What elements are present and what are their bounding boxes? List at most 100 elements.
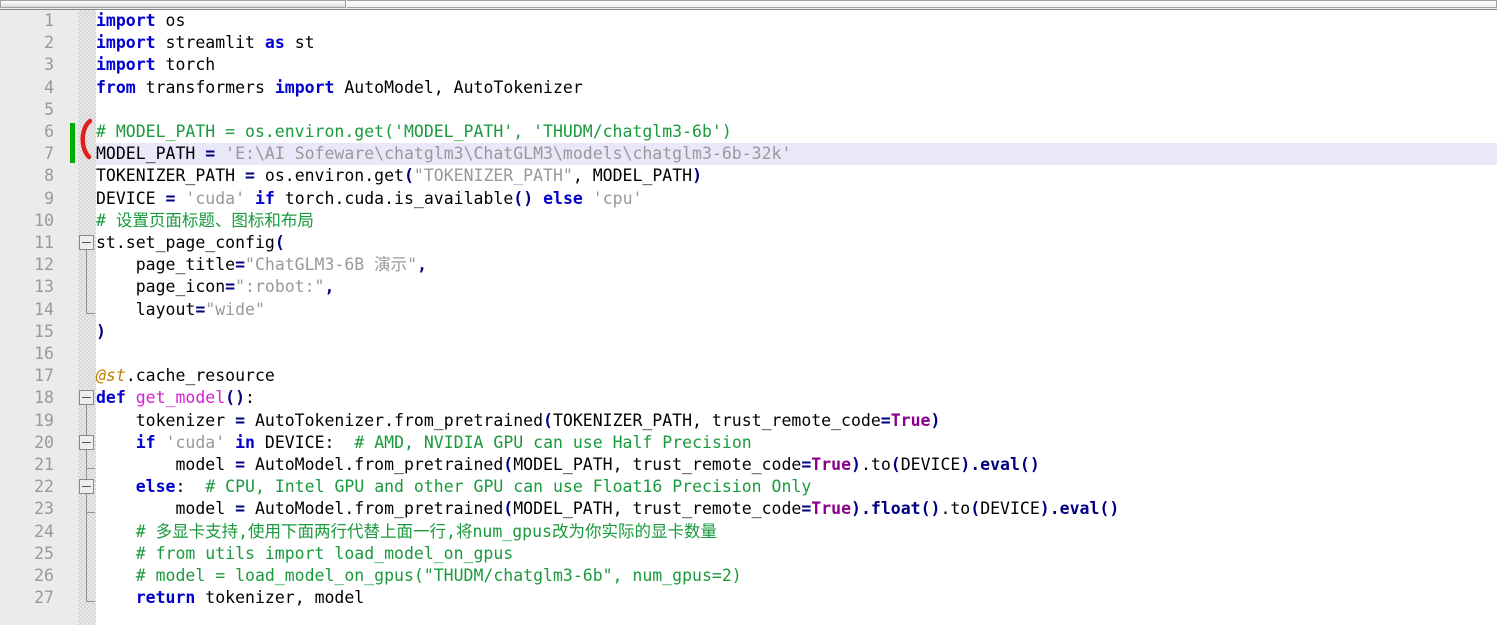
code-line[interactable]: 26 # model = load_model_on_gpus("THUDM/c… (0, 565, 1497, 587)
code-line[interactable]: 14 layout="wide" (0, 299, 1497, 321)
code-line[interactable]: 20 if 'cuda' in DEVICE: # AMD, NVIDIA GP… (0, 432, 1497, 454)
token-cm: # from utils import load_model_on_gpus (96, 543, 514, 563)
line-content[interactable]: else: # CPU, Intel GPU and other GPU can… (96, 476, 812, 498)
code-line[interactable]: 16 (0, 343, 1497, 365)
line-number[interactable]: 7 (0, 143, 54, 165)
token-pn: ( (403, 166, 414, 186)
line-content[interactable]: # 多显卡支持,使用下面两行代替上面一行,将num_gpus改为你实际的显卡数量 (96, 521, 717, 543)
token-pl: DEVICE: (254, 432, 355, 452)
line-number[interactable]: 17 (0, 365, 54, 387)
code-line[interactable]: 18 def get_model(): (0, 387, 1497, 409)
code-line[interactable]: 17 @st.cache_resource (0, 365, 1497, 387)
line-number[interactable]: 15 (0, 321, 54, 343)
token-pl: TOKENIZER_PATH (96, 166, 246, 186)
line-content[interactable]: model = AutoModel.from_pretrained(MODEL_… (96, 498, 1119, 520)
line-number[interactable]: 26 (0, 565, 54, 587)
code-line[interactable]: 9 DEVICE = 'cuda' if torch.cuda.is_availa… (0, 188, 1497, 210)
line-number[interactable]: 23 (0, 498, 54, 520)
line-number[interactable]: 19 (0, 410, 54, 432)
line-number[interactable]: 20 (0, 432, 54, 454)
line-number[interactable]: 18 (0, 387, 54, 409)
scrollbar-trough-right[interactable] (347, 0, 1497, 8)
line-content[interactable]: TOKENIZER_PATH = os.environ.get("TOKENIZ… (96, 165, 702, 187)
line-content[interactable]: import streamlit as st (96, 32, 315, 54)
line-content[interactable]: from transformers import AutoModel, Auto… (96, 77, 583, 99)
token-pl: MODEL_PATH, trust_remote_code (513, 455, 802, 474)
line-number[interactable]: 27 (0, 587, 54, 609)
line-number[interactable]: 14 (0, 299, 54, 321)
line-content[interactable]: return tokenizer, model (96, 587, 365, 609)
line-content[interactable]: MODEL_PATH = 'E:\AI Sofeware\chatglm3\Ch… (96, 143, 791, 165)
line-number[interactable]: 9 (0, 188, 54, 210)
code-line[interactable]: 23 model = AutoModel.from_pretrained(MOD… (0, 498, 1497, 520)
code-line[interactable]: 3 import torch (0, 54, 1497, 76)
code-editor[interactable]: 1 import os 2 import streamlit as st 3 import… (0, 10, 1497, 625)
code-line[interactable]: 22 else: # CPU, Intel GPU and other GPU … (0, 476, 1497, 498)
code-line[interactable]: 7 MODEL_PATH = 'E:\AI Sofeware\chatglm3\C… (0, 143, 1497, 166)
code-line[interactable]: 2 import streamlit as st (0, 32, 1497, 54)
line-content[interactable]: import os (96, 10, 185, 32)
line-number[interactable]: 5 (0, 99, 54, 121)
code-line[interactable]: 6 # MODEL_PATH = os.environ.get('MODEL_PA… (0, 121, 1497, 143)
token-pl: : (245, 388, 255, 408)
token-pn: ( (890, 455, 901, 474)
line-content[interactable]: layout="wide" (96, 299, 265, 321)
line-number[interactable]: 10 (0, 210, 54, 232)
code-line[interactable]: 24 # 多显卡支持,使用下面两行代替上面一行,将num_gpus改为你实际的显… (0, 521, 1497, 543)
line-number[interactable]: 21 (0, 454, 54, 476)
token-pn: ) (851, 499, 861, 519)
code-line[interactable]: 19 tokenizer = AutoTokenizer.from_pretra… (0, 410, 1497, 432)
token-op: = (801, 499, 812, 519)
token-pl: : (175, 477, 206, 497)
token-str: "TOKENIZER_PATH" (413, 166, 573, 186)
token-kw: if (135, 432, 156, 452)
token-pl: .to (860, 455, 891, 474)
line-content[interactable]: if 'cuda' in DEVICE: # AMD, NVIDIA GPU c… (96, 432, 752, 454)
token-op: = (880, 410, 891, 430)
scrollbar-thumb[interactable] (0, 0, 346, 8)
code-line[interactable]: 12 page_title="ChatGLM3-6B 演示", (0, 254, 1497, 276)
code-line[interactable]: 5 (0, 99, 1497, 121)
code-line[interactable]: 1 import os (0, 10, 1497, 32)
line-number[interactable]: 4 (0, 77, 54, 99)
line-content[interactable]: def get_model(): (96, 387, 255, 409)
line-number[interactable]: 16 (0, 343, 54, 365)
line-number[interactable]: 24 (0, 521, 54, 543)
line-number[interactable]: 8 (0, 165, 54, 187)
line-number[interactable]: 22 (0, 476, 54, 498)
line-number[interactable]: 11 (0, 232, 54, 254)
code-line[interactable]: 13 page_icon=":robot:", (0, 276, 1497, 298)
line-content[interactable]: DEVICE = 'cuda' if torch.cuda.is_availab… (96, 188, 642, 210)
line-content[interactable]: # 设置页面标题、图标和布局 (96, 210, 314, 232)
code-line[interactable]: 4 from transformers import AutoModel, Aut… (0, 77, 1497, 99)
token-pl: AutoModel, AutoTokenizer (334, 77, 583, 97)
token-pl: model (96, 499, 236, 519)
line-content[interactable]: # model = load_model_on_gpus("THUDM/chat… (96, 565, 742, 587)
line-number[interactable]: 6 (0, 121, 54, 143)
line-number[interactable]: 12 (0, 254, 54, 276)
code-line[interactable]: 25 # from utils import load_model_on_gpu… (0, 543, 1497, 565)
horizontal-scrollbar[interactable] (0, 0, 1497, 10)
code-line[interactable]: 21 model = AutoModel.from_pretrained(MOD… (0, 454, 1497, 476)
line-number[interactable]: 13 (0, 276, 54, 298)
line-content[interactable]: import torch (96, 54, 215, 76)
line-content[interactable]: page_title="ChatGLM3-6B 演示", (96, 254, 427, 276)
line-number[interactable]: 25 (0, 543, 54, 565)
line-content[interactable]: page_icon=":robot:", (96, 276, 335, 298)
line-number[interactable]: 1 (0, 10, 54, 32)
code-line[interactable]: 27 return tokenizer, model (0, 587, 1497, 609)
line-content[interactable]: model = AutoModel.from_pretrained(MODEL_… (96, 454, 1039, 476)
line-content[interactable]: # MODEL_PATH = os.environ.get('MODEL_PAT… (96, 121, 732, 143)
line-content[interactable]: # from utils import load_model_on_gpus (96, 543, 514, 565)
line-content[interactable]: ) (96, 321, 106, 343)
line-content[interactable]: st.set_page_config( (96, 232, 285, 254)
line-content[interactable]: tokenizer = AutoTokenizer.from_pretraine… (96, 410, 941, 432)
code-line[interactable]: 10 # 设置页面标题、图标和布局 (0, 210, 1497, 232)
line-number[interactable]: 2 (0, 32, 54, 54)
line-number[interactable]: 3 (0, 54, 54, 76)
code-line[interactable]: 15) (0, 321, 1497, 343)
line-content[interactable]: @st.cache_resource (96, 365, 275, 387)
code-line[interactable]: 8 TOKENIZER_PATH = os.environ.get("TOKENI… (0, 165, 1497, 187)
code-line[interactable]: 11 st.set_page_config( (0, 232, 1497, 254)
